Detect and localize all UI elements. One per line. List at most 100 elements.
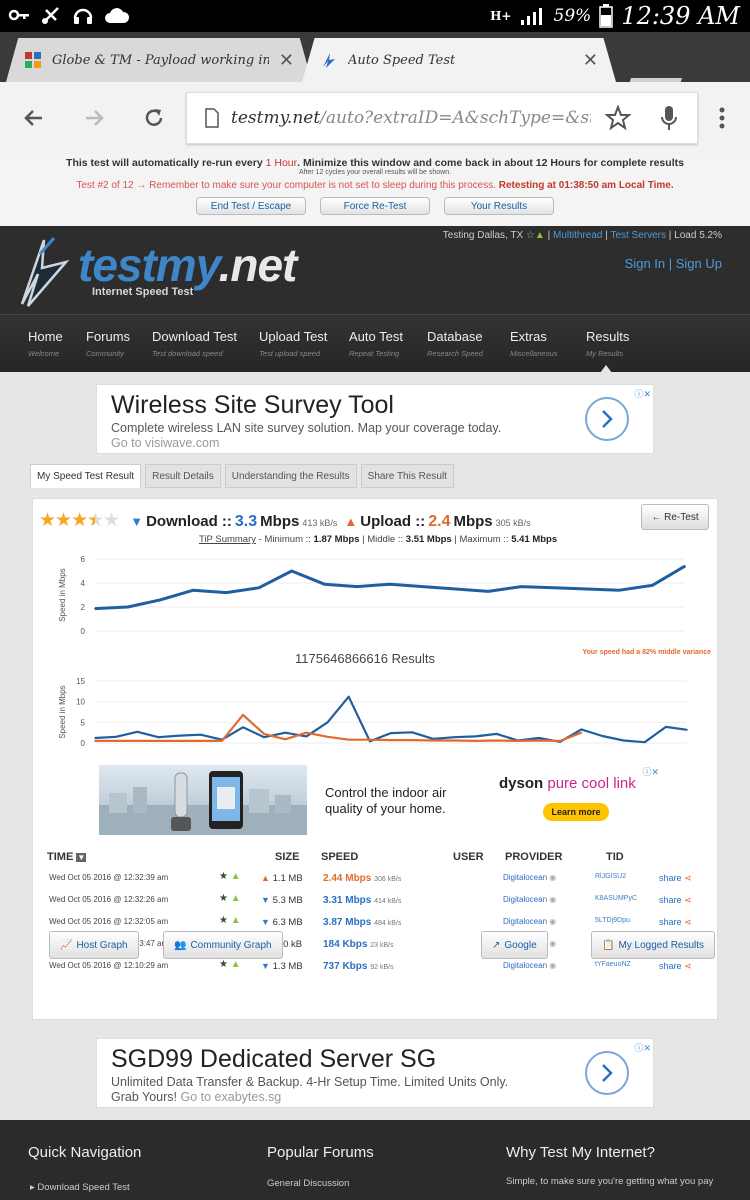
- tab-auto-speed-test[interactable]: Auto Speed Test ✕: [302, 38, 616, 82]
- table-row[interactable]: Wed Oct 05 2016 @ 12:32:26 am ★ ▲ ▼ 5.3 MB…: [33, 891, 719, 913]
- ad-arrow-button[interactable]: [585, 1051, 629, 1095]
- row-tid[interactable]: tYFaeuoNZ: [595, 961, 631, 968]
- ad-brand: dyson pure cool link: [499, 775, 636, 792]
- row-speed[interactable]: 3.31 Mbps 414 kB/s: [323, 895, 401, 906]
- footer-why-text: Simple, to make sure you're getting what…: [506, 1176, 714, 1187]
- data-point: [454, 588, 457, 590]
- tab-result-details[interactable]: Result Details: [145, 464, 221, 488]
- data-point: [284, 738, 287, 741]
- sort-icon[interactable]: ▼: [76, 853, 87, 862]
- url-text: testmy.net/auto?extraID=A&schType=&st=1&…: [231, 108, 591, 128]
- tip-chart: 6 4 2 0 Speed in Mbps: [58, 555, 686, 636]
- back-button[interactable]: [16, 100, 52, 136]
- col-user-header: USER: [453, 851, 484, 863]
- host-graph-button[interactable]: 📈 Host Graph: [49, 931, 139, 959]
- your-results-button[interactable]: Your Results: [444, 197, 554, 215]
- test-servers-link[interactable]: Test Servers: [610, 230, 666, 241]
- data-point: [94, 737, 96, 739]
- col-time-header[interactable]: TIME ▼: [47, 851, 87, 863]
- footer-link-general-discussion[interactable]: General Discussion: [267, 1178, 349, 1189]
- sign-in-link[interactable]: Sign In: [625, 256, 665, 271]
- row-share[interactable]: share ⋖: [659, 895, 692, 906]
- data-point: [580, 728, 583, 731]
- row-provider[interactable]: Digitalocean ◉: [503, 895, 556, 904]
- nav-auto-test[interactable]: Auto Test Repeat Testing: [349, 329, 403, 358]
- nav-database[interactable]: Database Research Speed: [427, 329, 483, 358]
- row-share[interactable]: share ⋖: [659, 873, 692, 884]
- retest-cycles-note: After 12 cycles your overall results wil…: [298, 169, 452, 176]
- forward-button[interactable]: [76, 100, 112, 136]
- nav-download-test[interactable]: Download Test Test download speed: [152, 329, 237, 358]
- close-icon[interactable]: ✕: [583, 50, 598, 71]
- nav-sublabel: My Results: [586, 349, 624, 358]
- data-point: [538, 737, 540, 739]
- nav-forums[interactable]: Forums Community: [86, 329, 130, 358]
- google-button[interactable]: ↗ Google: [481, 931, 548, 959]
- menu-button[interactable]: [704, 100, 740, 136]
- sign-up-link[interactable]: Sign Up: [676, 256, 722, 271]
- table-row[interactable]: Wed Oct 05 2016 @ 12:32:39 am ★ ▲ ▲ 1.1 MB…: [33, 869, 719, 891]
- footer-link-download-test[interactable]: ▸ Download Speed Test: [30, 1182, 130, 1193]
- data-point: [580, 731, 583, 734]
- ad-choices-icon[interactable]: ⓘ✕: [634, 1041, 651, 1054]
- my-logged-results-button[interactable]: 📋 My Logged Results: [591, 931, 716, 959]
- tab-understanding[interactable]: Understanding the Results: [224, 464, 357, 488]
- end-test-button[interactable]: End Test / Escape: [196, 197, 306, 215]
- row-tid[interactable]: 5LTDj9Dpu: [595, 917, 630, 924]
- battery-icon: [599, 4, 614, 28]
- ad-choices-icon[interactable]: ⓘ✕: [642, 765, 659, 778]
- nav-upload-test[interactable]: Upload Test Test upload speed: [259, 329, 327, 358]
- ad-wireless-survey[interactable]: Wireless Site Survey Tool Complete wirel…: [96, 384, 654, 454]
- tab-share[interactable]: Share This Result: [360, 464, 454, 488]
- upload-kb: 305 kB/s: [495, 518, 531, 528]
- microphone-icon[interactable]: [659, 104, 679, 132]
- row-provider[interactable]: Digitalocean ◉: [503, 873, 556, 882]
- row-speed[interactable]: 2.44 Mbps 306 kB/s: [323, 873, 401, 884]
- retest-button[interactable]: ← Re-Test: [641, 504, 709, 530]
- retest-time: Retesting at 01:38:50 am Local Time.: [498, 180, 674, 191]
- force-retest-button[interactable]: Force Re-Test: [320, 197, 430, 215]
- ad-dedicated-server[interactable]: SGD99 Dedicated Server SG Unlimited Data…: [96, 1038, 654, 1108]
- data-point: [242, 726, 244, 729]
- address-bar[interactable]: testmy.net/auto?extraID=A&schType=&st=1&…: [186, 92, 698, 144]
- row-speed-value: 737 Kbps: [323, 961, 368, 972]
- arrow-left-icon: [24, 110, 42, 126]
- row-tid[interactable]: RlJGISU2: [595, 873, 626, 880]
- row-provider-name: Digitalocean: [503, 873, 548, 882]
- star-icon[interactable]: [605, 105, 631, 131]
- reload-button[interactable]: [136, 100, 172, 136]
- download-arrow-icon: ▼: [261, 961, 270, 971]
- ad-dyson[interactable]: Control the indoor air quality of your h…: [99, 765, 659, 837]
- nav-extras[interactable]: Extras Miscellaneous: [510, 329, 558, 358]
- row-share[interactable]: share ⋖: [659, 961, 692, 972]
- ad-arrow-button[interactable]: [585, 397, 629, 441]
- share-icon: ⋖: [684, 873, 692, 883]
- ad-choices-icon[interactable]: ⓘ✕: [634, 387, 651, 400]
- tab-my-result[interactable]: My Speed Test Result: [30, 464, 142, 488]
- row-provider[interactable]: Digitalocean ◉: [503, 961, 556, 970]
- data-point: [618, 589, 621, 591]
- half-star-icon: ★: [87, 510, 104, 531]
- close-icon[interactable]: ✕: [279, 50, 294, 71]
- tip-label[interactable]: TiP Summary: [199, 534, 256, 545]
- tab-title: Globe & TM - Payload working in defa: [52, 52, 269, 68]
- row-size-value: 1.3 MB: [272, 961, 303, 972]
- retest-suffix: . Minimize this window and come back in …: [297, 157, 684, 169]
- no-sync-icon: [42, 7, 59, 24]
- learn-more-button[interactable]: Learn more: [543, 803, 609, 821]
- row-speed[interactable]: 737 Kbps 92 kB/s: [323, 961, 394, 972]
- row-share[interactable]: share ⋖: [659, 917, 692, 928]
- data-point: [199, 733, 202, 736]
- multithread-link[interactable]: Multithread: [553, 230, 602, 241]
- row-tid[interactable]: K8ASUMPyC: [595, 895, 637, 902]
- data-point: [686, 729, 688, 731]
- tab-globe-tm[interactable]: Globe & TM - Payload working in defa ✕: [6, 38, 312, 82]
- site-header: Testing Dallas, TX ☆▲ | Multithread | Te…: [0, 226, 750, 314]
- data-point: [94, 740, 96, 742]
- nav-results[interactable]: Results My Results: [586, 329, 629, 358]
- nav-home[interactable]: Home Welcome: [28, 329, 63, 358]
- row-speed[interactable]: 3.87 Mbps 484 kB/s: [323, 917, 401, 928]
- row-provider[interactable]: Digitalocean ◉: [503, 917, 556, 926]
- community-graph-button[interactable]: 👥 Community Graph: [163, 931, 283, 959]
- row-size: ▼ 6.3 MB: [261, 917, 303, 928]
